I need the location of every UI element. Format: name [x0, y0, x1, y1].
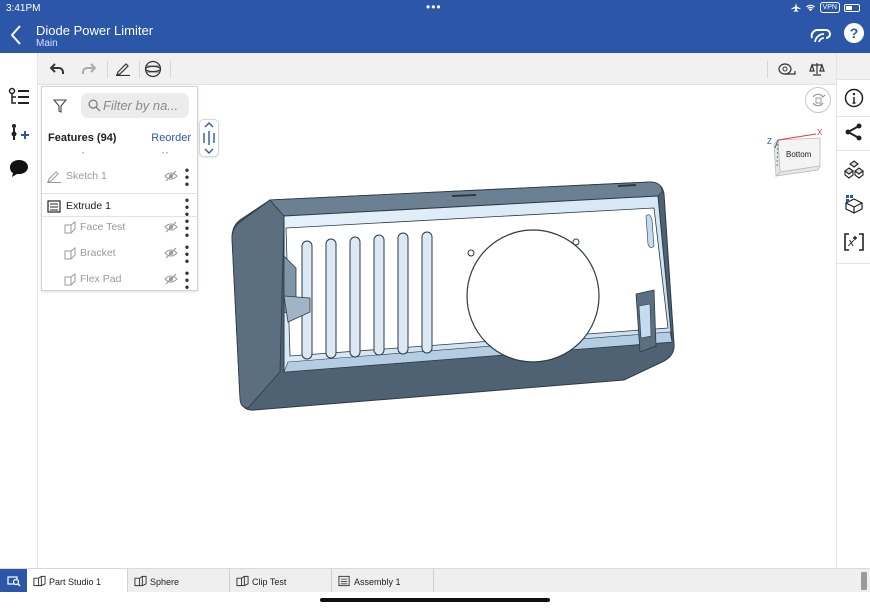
- more-options-icon[interactable]: • • •: [184, 215, 190, 241]
- variables-icon[interactable]: x: [843, 231, 865, 253]
- feature-label: Sketch 1: [66, 170, 107, 182]
- feature-list-panel: Features (94) Reorder • • • Sketch 1 •••…: [41, 86, 198, 293]
- eye-hidden-icon[interactable]: [164, 221, 178, 233]
- part-studio-icon: [236, 575, 249, 587]
- feature-row-bracket[interactable]: Bracket • • •: [42, 241, 197, 267]
- status-time: 3:41PM: [6, 3, 41, 14]
- sketch-icon: [47, 171, 61, 183]
- document-header: Diode Power Limiter Main ?: [0, 18, 870, 53]
- comments-icon[interactable]: [7, 157, 31, 179]
- tab-scroll-grip[interactable]: [861, 572, 867, 590]
- tab-label: Clip Test: [252, 577, 287, 587]
- tab-sphere[interactable]: Sphere: [128, 569, 230, 593]
- parts-icon[interactable]: [843, 158, 865, 180]
- wifi-icon: [805, 4, 815, 12]
- tab-label: Part Studio 1: [49, 577, 102, 587]
- more-options-icon[interactable]: • • •: [184, 241, 190, 267]
- features-count-label: Features (94): [48, 132, 117, 144]
- part-studio-icon: [33, 575, 46, 587]
- tab-assembly-1[interactable]: Assembly 1: [332, 569, 434, 593]
- feature-row-flex-pad[interactable]: Flex Pad • • •: [42, 267, 197, 293]
- feature-row-sketch[interactable]: Sketch 1 • • •: [42, 164, 197, 190]
- share-icon[interactable]: [843, 121, 865, 143]
- vpn-badge: VPN: [819, 2, 840, 13]
- info-icon[interactable]: [843, 87, 865, 109]
- tab-label: Sphere: [150, 577, 180, 587]
- eye-hidden-icon[interactable]: [164, 273, 178, 285]
- search-icon: [88, 99, 101, 112]
- rollback-bar-handle[interactable]: [199, 119, 219, 157]
- tab-clip-test[interactable]: Clip Test: [230, 569, 332, 593]
- multitask-dots[interactable]: •••: [426, 0, 442, 14]
- part-icon: [64, 247, 76, 260]
- chevron-left-icon[interactable]: [10, 24, 22, 46]
- left-rail: [0, 53, 38, 568]
- feature-label: Face Test: [80, 221, 126, 233]
- filter-icon[interactable]: [53, 99, 67, 113]
- part-icon: [64, 273, 76, 286]
- undo-icon[interactable]: [46, 59, 68, 79]
- reorder-button[interactable]: Reorder: [151, 132, 191, 144]
- axis-x-label: X: [817, 128, 823, 137]
- redo-icon[interactable]: [78, 59, 100, 79]
- insert-feature-icon[interactable]: [7, 122, 31, 144]
- workspace-name[interactable]: Main: [36, 38, 58, 49]
- tab-part-studio-1[interactable]: Part Studio 1: [27, 569, 128, 593]
- view-cube[interactable]: Bottom X Z: [764, 126, 826, 184]
- cloud-sync-icon[interactable]: [810, 24, 832, 44]
- document-title: Diode Power Limiter: [36, 23, 154, 38]
- rotate-icon: [812, 93, 826, 107]
- sphere-view-icon[interactable]: [142, 59, 164, 79]
- rotate-view-button[interactable]: [805, 87, 831, 113]
- airplane-icon: [791, 3, 801, 12]
- feature-row-extrude[interactable]: Extrude 1 • • •: [42, 193, 197, 220]
- extrude-icon: [47, 200, 61, 213]
- assembly-icon: [338, 575, 350, 587]
- eye-hidden-icon[interactable]: [164, 170, 178, 182]
- home-indicator-area: [0, 592, 870, 608]
- feature-list-icon[interactable]: [7, 86, 31, 108]
- measure-tape-icon[interactable]: [776, 59, 798, 79]
- sketch-pencil-icon[interactable]: [112, 59, 134, 79]
- eye-hidden-icon[interactable]: [164, 247, 178, 259]
- view-cube-face-label: Bottom: [786, 150, 812, 159]
- help-icon[interactable]: ?: [844, 23, 864, 43]
- status-indicators: VPN: [791, 2, 860, 13]
- more-options-icon[interactable]: • • •: [184, 267, 190, 293]
- filter-input[interactable]: [103, 96, 185, 115]
- tab-bar: Part Studio 1 Sphere Clip Test Assembly …: [0, 568, 870, 593]
- tab-label: Assembly 1: [354, 577, 401, 587]
- configurations-icon[interactable]: [843, 193, 865, 215]
- filter-search-box[interactable]: [81, 93, 189, 118]
- tab-search-icon: [6, 576, 20, 587]
- feature-label: Flex Pad: [80, 273, 122, 285]
- status-bar: 3:41PM ••• VPN: [0, 0, 870, 18]
- right-rail: x: [836, 53, 870, 568]
- part-studio-icon: [134, 575, 147, 587]
- rollback-arrows-icon: [203, 122, 215, 154]
- box-model-render[interactable]: [226, 176, 678, 414]
- battery-icon: [844, 3, 860, 12]
- feature-label: Bracket: [80, 247, 116, 259]
- part-icon: [64, 221, 76, 234]
- feature-row-face-test[interactable]: Face Test • • •: [42, 215, 197, 241]
- home-indicator[interactable]: [320, 598, 550, 602]
- top-toolbar: [38, 53, 836, 85]
- feature-label: Extrude 1: [66, 200, 111, 212]
- axis-z-label: Z: [767, 137, 772, 146]
- mass-properties-icon[interactable]: [806, 59, 828, 79]
- more-options-icon[interactable]: • • •: [184, 164, 190, 190]
- tab-manager-button[interactable]: [0, 569, 27, 593]
